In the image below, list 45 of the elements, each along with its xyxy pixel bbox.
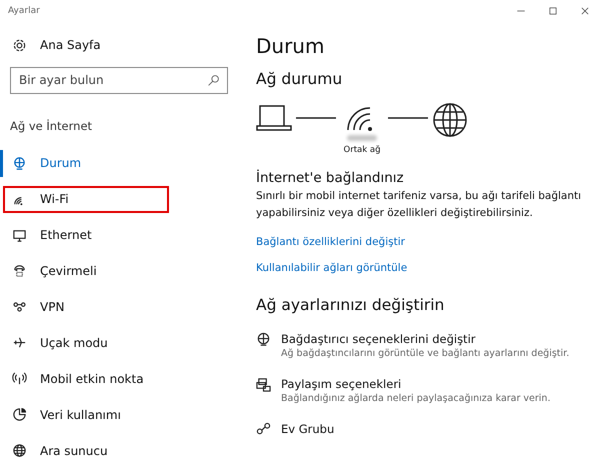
antenna-icon — [12, 371, 27, 386]
connector-line — [388, 116, 428, 120]
monitor-icon — [12, 228, 27, 243]
setting-description: Ağ bağdaştıncılarını görüntüle ve bağlantı ayarlarını değiştir. — [281, 348, 570, 359]
search-icon[interactable] — [207, 74, 220, 87]
sidebar-item[interactable]: Durum — [3, 150, 158, 177]
nodes-icon — [256, 422, 271, 437]
section-label: Ağ ve İnternet — [9, 118, 94, 135]
home-link[interactable]: Ana Sayfa — [3, 32, 158, 59]
setting-link[interactable]: Paylaşım seçenekleri — [281, 377, 550, 391]
gear-icon — [12, 38, 27, 53]
globe-icon — [12, 443, 27, 458]
setting-link[interactable]: Bağdaştırıcı seçeneklerini değiştir — [281, 332, 570, 346]
laptop-icon — [256, 104, 292, 134]
close-button[interactable] — [580, 6, 590, 16]
maximize-button[interactable] — [548, 6, 558, 16]
connector-line — [296, 116, 336, 120]
link[interactable]: Kullanılabilir ağları görüntüle — [256, 262, 600, 274]
globe-icon — [432, 102, 468, 138]
sidebar-item[interactable]: Çevirmeli — [3, 258, 158, 284]
sidebar-item[interactable]: VPN — [3, 293, 158, 320]
setting-description: Bağlandığınız ağlarda neleri paylaşacağınıza karar verin. — [281, 393, 550, 404]
plane-icon — [12, 335, 27, 350]
sidebar-item[interactable]: Mobil etkin nokta — [3, 365, 158, 392]
setting-link[interactable]: Ev Grubu — [281, 422, 334, 436]
sidebar-item[interactable]: Uçak modu — [3, 329, 158, 356]
globe-icon — [256, 332, 271, 347]
globe-icon — [12, 156, 27, 171]
description-text: Sınırlı bir mobil internet tarifeniz varsa, bu ağı tarifeli bağlantı yapabilirsiniz veya diğer özellikleri değiştirebilirsiniz. — [256, 189, 582, 221]
pie-icon — [12, 407, 27, 422]
phone-icon — [12, 263, 27, 278]
link[interactable]: Bağlantı özelliklerini değiştir — [256, 236, 600, 248]
page-title: Durum — [256, 34, 326, 58]
section-heading: Ağ durumu — [256, 70, 344, 88]
connection-title: İnternet'e bağlandınız — [256, 170, 405, 186]
sidebar-item[interactable]: Ara sunucu — [3, 437, 158, 464]
search-field[interactable]: Bir ayar bulun — [10, 66, 228, 94]
window-title: Ayarlar — [7, 5, 41, 18]
sidebar-item[interactable]: Veri kullanımı — [3, 401, 158, 428]
sidebar-item[interactable]: Wi-Fi — [3, 186, 169, 213]
network-type: Ortak ağ — [344, 145, 380, 155]
printer-icon — [256, 377, 271, 392]
sidebar-item[interactable]: Ethernet — [3, 222, 158, 249]
section-heading: Ağ ayarlarınızı değiştirin — [256, 296, 446, 314]
redacted-text — [347, 134, 377, 142]
